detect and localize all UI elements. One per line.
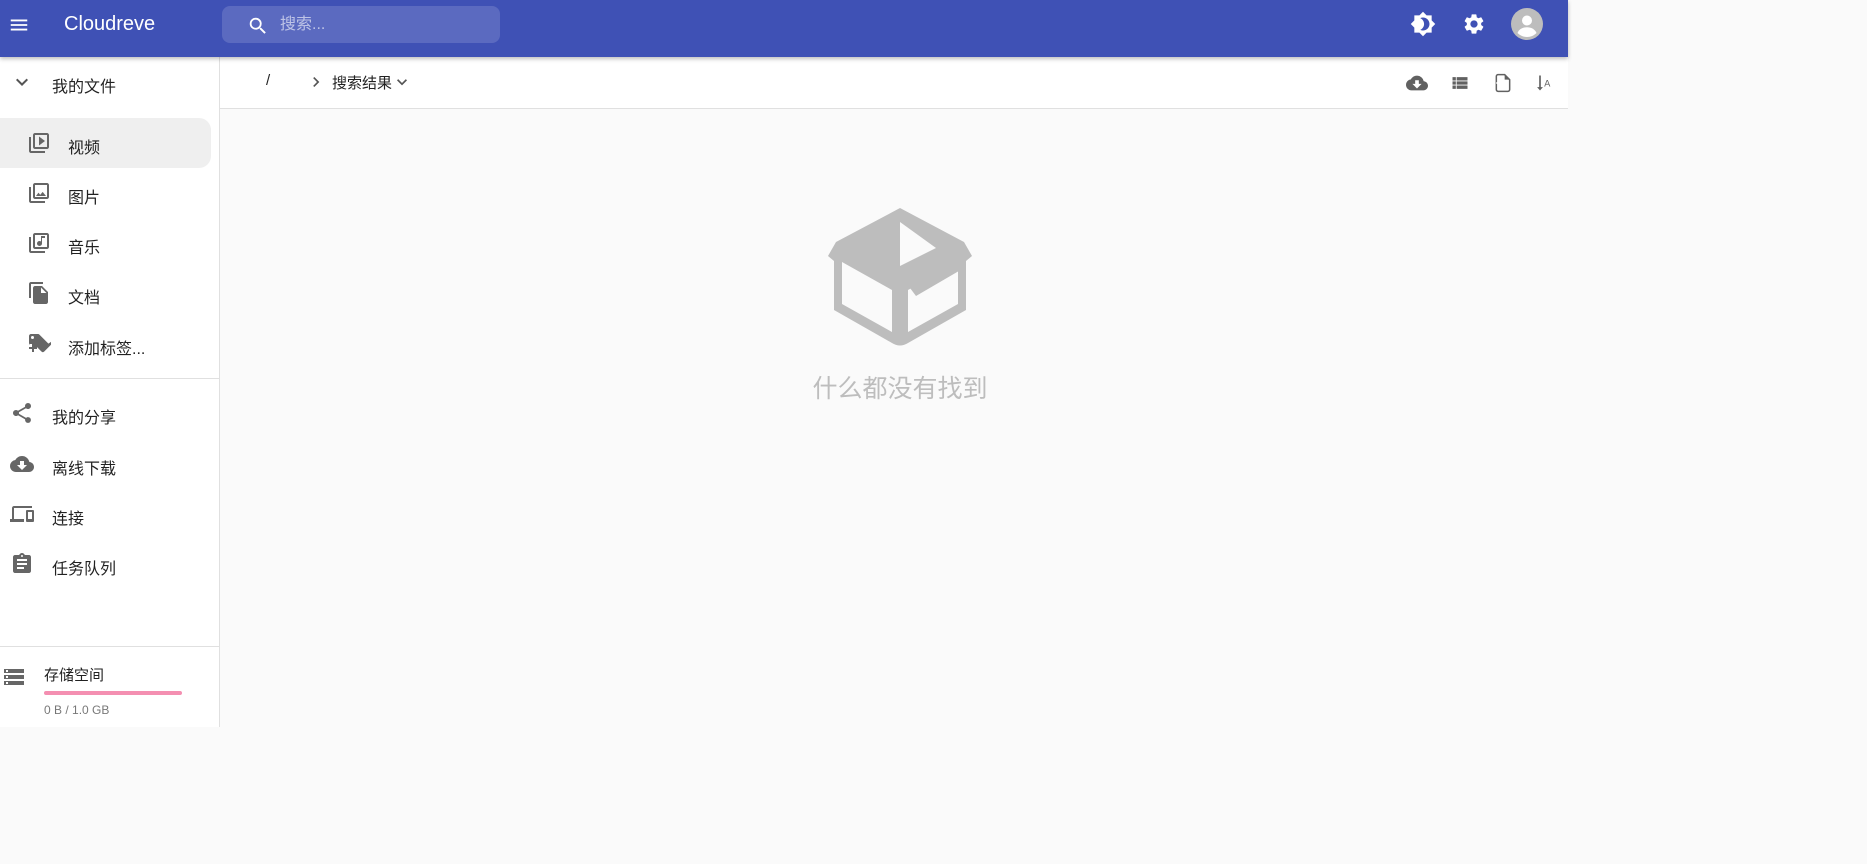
devices-icon [10,502,34,526]
storage-progress-bar [44,691,182,695]
storage-usage: 0 B / 1.0 GB [44,703,110,717]
sidebar-item-task-queue[interactable]: 任务队列 [0,539,219,589]
chevron-right-icon [313,77,320,87]
hamburger-menu-icon [10,19,28,31]
breadcrumb-current-label: 搜索结果 [332,74,393,92]
cloud-download-icon [1406,75,1428,91]
sidebar-item-my-shares[interactable]: 我的分享 [0,388,219,438]
menu-button[interactable] [6,12,32,38]
share-icon [10,401,34,425]
assignment-icon [10,552,34,576]
library-music-icon [27,231,51,255]
sidebar-divider [0,646,219,647]
sidebar-item-connect[interactable]: 连接 [0,489,219,539]
app-title: Cloudreve [64,13,156,35]
search-icon [249,17,266,34]
sidebar-item-label: 任务队列 [52,561,117,578]
sidebar: 我的文件 视频 图片 音乐 文档 添加标签... 我的分享 离线下载 连接 任务… [0,57,220,727]
breadcrumb-current[interactable]: 搜索结果 [332,68,412,96]
empty-box-icon [828,208,972,346]
avatar [1511,8,1543,40]
view-list-button[interactable] [1448,71,1472,95]
search-input[interactable] [280,6,490,43]
sort-alpha-icon: A [1537,75,1551,91]
select-button[interactable] [1491,71,1515,95]
sidebar-item-label: 图片 [68,190,101,207]
storage-title: 存储空间 [44,667,105,684]
settings-button[interactable] [1459,9,1489,39]
search-box[interactable] [222,6,500,43]
svg-text:A: A [1544,78,1551,89]
sidebar-item-label: 添加标签... [68,341,146,358]
storage-icon [2,665,26,689]
tag-add-icon [27,332,51,356]
offline-download-button[interactable] [1405,71,1429,95]
sidebar-item-images[interactable]: 图片 [0,168,211,218]
video-library-icon [27,131,51,155]
app-bar: Cloudreve [0,0,1568,57]
chevron-down-icon [397,79,408,86]
navigator-bar: / 搜索结果 A [220,57,1568,109]
sidebar-item-label: 文档 [68,290,101,307]
sidebar-item-label: 连接 [52,511,85,528]
chevron-down-icon [10,70,34,94]
sidebar-item-label: 视频 [68,140,101,157]
sidebar-my-files[interactable]: 我的文件 [0,57,219,107]
sidebar-item-documents[interactable]: 文档 [0,268,211,318]
sidebar-item-label: 我的分享 [52,410,117,427]
file-list-empty: 什么都没有找到 [220,109,1568,727]
sidebar-my-files-label: 我的文件 [52,79,117,96]
sidebar-divider [0,378,219,379]
sidebar-item-add-tag[interactable]: 添加标签... [0,319,211,369]
sidebar-item-label: 音乐 [68,240,101,257]
sidebar-item-music[interactable]: 音乐 [0,218,211,268]
brightness-icon [1410,11,1436,37]
cloud-download-icon [10,452,34,476]
sidebar-item-offline-download[interactable]: 离线下载 [0,439,219,489]
photo-library-icon [27,181,51,205]
empty-message: 什么都没有找到 [812,375,988,403]
file-copy-icon [27,281,51,305]
file-select-icon [1495,73,1511,93]
gear-icon [1464,14,1484,34]
avatar-button[interactable] [1510,7,1544,41]
sidebar-item-video[interactable]: 视频 [0,118,211,168]
sidebar-item-label: 离线下载 [52,461,117,478]
breadcrumb-root[interactable]: / [266,72,270,89]
view-list-icon [1452,77,1468,89]
sort-button[interactable]: A [1533,71,1557,95]
theme-toggle-button[interactable] [1408,9,1438,39]
